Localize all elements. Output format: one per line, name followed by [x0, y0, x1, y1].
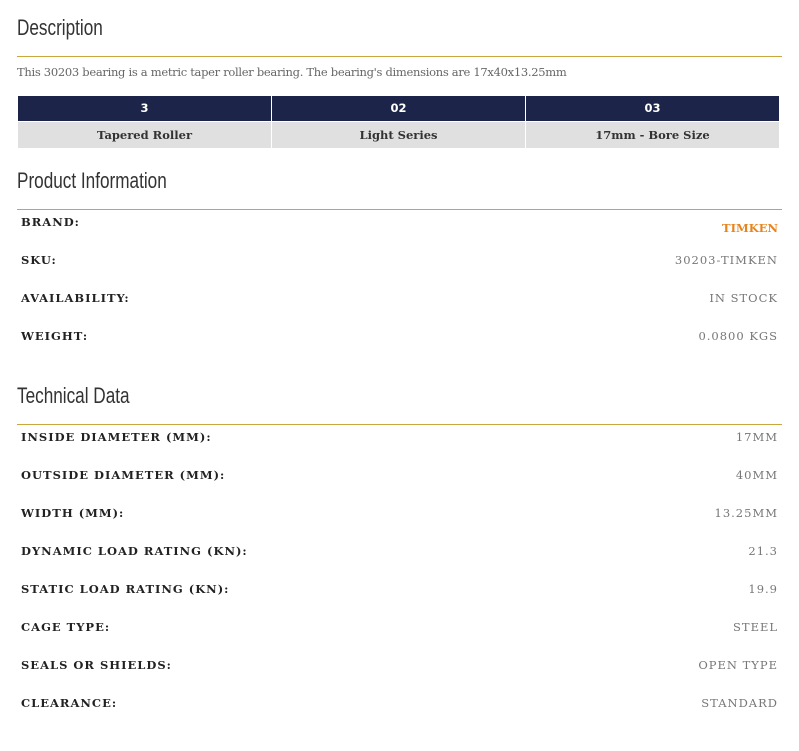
- spec-value: 17MM: [735, 430, 778, 444]
- code-header: 03: [526, 96, 779, 121]
- spec-row: BRAND: TIMKEN: [21, 215, 778, 235]
- spec-label: WEIGHT:: [21, 329, 89, 343]
- code-value: Tapered Roller: [18, 121, 271, 148]
- code-value: Light Series: [272, 121, 525, 148]
- spec-row: WEIGHT: 0.0800 KGS: [21, 329, 778, 349]
- spec-value: 13.25MM: [714, 506, 778, 520]
- spec-row: STATIC LOAD RATING (KN): 19.9: [21, 582, 778, 602]
- spec-row: SKU: 30203-TIMKEN: [21, 253, 778, 273]
- code-table: 3 02 03 Tapered Roller Light Series 17mm…: [18, 96, 780, 148]
- description-text: This 30203 bearing is a metric taper rol…: [17, 65, 567, 79]
- description-heading: Description: [17, 15, 103, 40]
- spec-row: AVAILABILITY: IN STOCK: [21, 291, 778, 311]
- spec-label: DYNAMIC LOAD RATING (KN):: [21, 544, 248, 558]
- spec-label: STATIC LOAD RATING (KN):: [21, 582, 230, 596]
- spec-value: STANDARD: [701, 696, 778, 710]
- spec-value: 30203-TIMKEN: [674, 253, 778, 267]
- spec-value: 40MM: [735, 468, 778, 482]
- spec-value: 21.3: [748, 544, 778, 558]
- spec-label: SKU:: [21, 253, 57, 267]
- spec-value: IN STOCK: [709, 291, 778, 305]
- spec-label: SEALS OR SHIELDS:: [21, 658, 172, 672]
- spec-label: CAGE TYPE:: [21, 620, 111, 634]
- product-info-heading: Product Information: [17, 168, 167, 193]
- technical-data-heading: Technical Data: [17, 383, 130, 408]
- code-header: 02: [272, 96, 525, 121]
- spec-row: CLEARANCE: STANDARD: [21, 696, 778, 716]
- spec-value: 0.0800 KGS: [698, 329, 778, 343]
- code-value: 17mm - Bore Size: [526, 121, 779, 148]
- spec-value: 19.9: [748, 582, 778, 596]
- spec-row: OUTSIDE DIAMETER (MM): 40MM: [21, 468, 778, 488]
- spec-row: SEALS OR SHIELDS: OPEN TYPE: [21, 658, 778, 678]
- spec-row: CAGE TYPE: STEEL: [21, 620, 778, 640]
- brand-link[interactable]: TIMKEN: [722, 221, 778, 235]
- spec-row: WIDTH (MM): 13.25MM: [21, 506, 778, 526]
- divider: [17, 209, 782, 210]
- spec-row: INSIDE DIAMETER (MM): 17MM: [21, 430, 778, 450]
- spec-label: INSIDE DIAMETER (MM):: [21, 430, 212, 444]
- spec-label: CLEARANCE:: [21, 696, 118, 710]
- code-header: 3: [18, 96, 271, 121]
- divider: [17, 424, 782, 425]
- spec-row: DYNAMIC LOAD RATING (KN): 21.3: [21, 544, 778, 564]
- spec-label: AVAILABILITY:: [21, 291, 130, 305]
- spec-label: BRAND:: [21, 215, 80, 229]
- spec-label: OUTSIDE DIAMETER (MM):: [21, 468, 226, 482]
- divider: [17, 56, 782, 57]
- spec-label: WIDTH (MM):: [21, 506, 125, 520]
- spec-value: STEEL: [733, 620, 778, 634]
- spec-value: OPEN TYPE: [698, 658, 778, 672]
